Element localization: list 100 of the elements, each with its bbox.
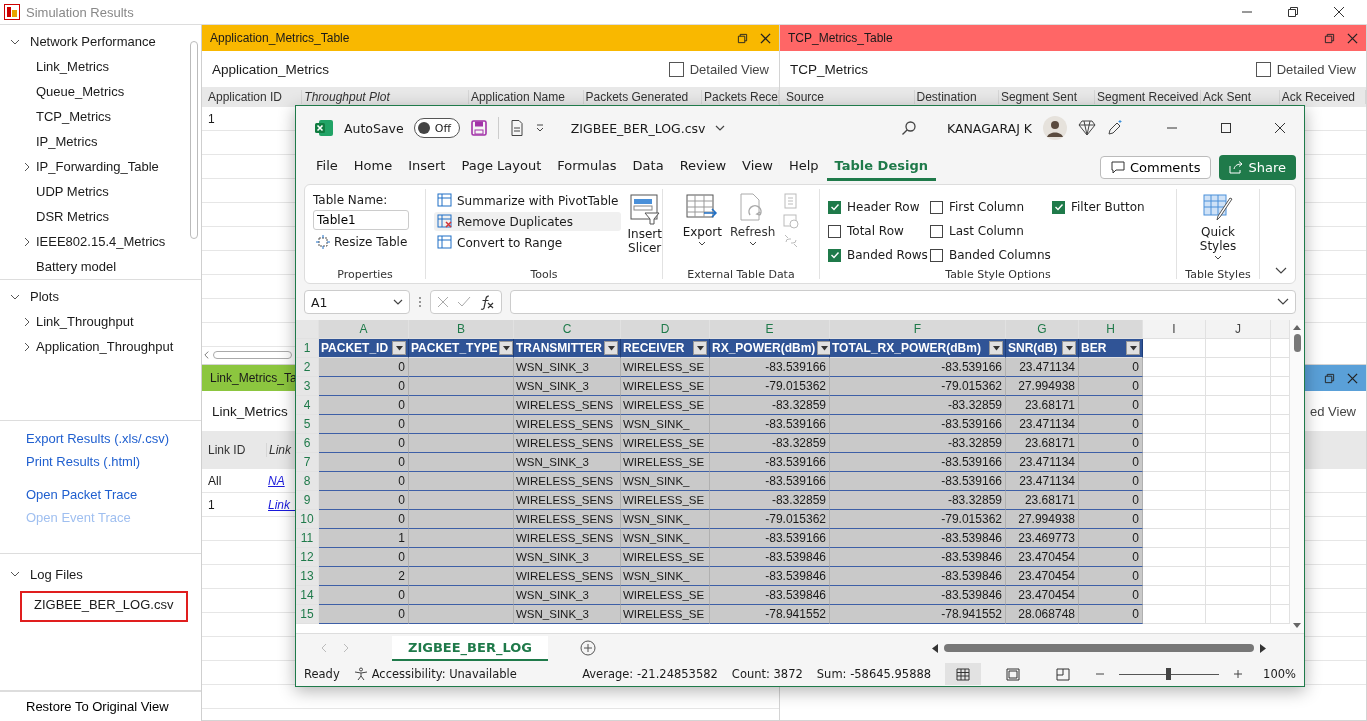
filter-button[interactable] — [499, 341, 514, 355]
column-header[interactable]: I — [1143, 320, 1206, 339]
row-number[interactable]: 15 — [296, 605, 319, 624]
ribbon-tab[interactable]: File — [308, 153, 346, 181]
ribbon-tab[interactable]: Data — [624, 153, 672, 181]
diamond-icon[interactable] — [1078, 120, 1096, 136]
row-number[interactable]: 11 — [296, 529, 319, 548]
avatar[interactable] — [1042, 115, 1068, 141]
column-header[interactable]: Destination — [914, 90, 999, 104]
checkbox[interactable] — [668, 61, 684, 77]
column-header[interactable]: A — [319, 320, 409, 339]
filter-button[interactable] — [693, 341, 707, 355]
link[interactable]: Open Packet Trace — [26, 486, 201, 502]
scroll-down-icon[interactable] — [1293, 623, 1301, 629]
restore-icon[interactable] — [1287, 6, 1299, 18]
row-number[interactable]: 14 — [296, 586, 319, 605]
comments-button[interactable]: Comments — [1100, 155, 1212, 179]
column-header[interactable]: Application Name — [468, 90, 584, 104]
row-number[interactable]: 5 — [296, 415, 319, 434]
column-header[interactable]: B — [409, 320, 514, 339]
row-number[interactable]: 12 — [296, 548, 319, 567]
column-header[interactable]: H — [1079, 320, 1143, 339]
checkbox[interactable] — [1052, 200, 1065, 214]
tree-item[interactable]: UDP Metrics — [36, 184, 109, 199]
link[interactable]: Export Results (.xls/.csv) — [26, 430, 201, 446]
tree-item[interactable]: Link_Metrics — [36, 59, 109, 74]
name-box[interactable]: A1 — [304, 290, 410, 314]
scrollbar[interactable] — [1290, 320, 1304, 633]
export-button[interactable]: Export — [682, 193, 722, 261]
ribbon-tab[interactable]: Table Design — [826, 153, 936, 181]
link[interactable]: Link_ — [268, 497, 297, 512]
close-icon[interactable] — [1347, 372, 1358, 384]
maximize-icon[interactable] — [1220, 122, 1232, 134]
ribbon-tab[interactable]: Review — [671, 153, 735, 181]
tree-item[interactable]: Application_Throughput — [36, 339, 174, 354]
column-header[interactable]: F — [830, 320, 1006, 339]
customize-caret-icon[interactable] — [534, 123, 545, 133]
zoom-slider-thumb[interactable] — [1166, 668, 1172, 680]
resize-table-button[interactable]: Resize Table — [313, 233, 417, 251]
formula-field[interactable] — [510, 290, 1296, 314]
checkbox[interactable] — [828, 224, 841, 238]
accessibility-status[interactable]: Accessibility: Unavailable — [353, 667, 517, 681]
filter-button[interactable] — [1126, 341, 1140, 355]
chevron-right-icon[interactable] — [22, 316, 32, 327]
chevron-right-icon[interactable] — [22, 161, 32, 172]
share-button[interactable]: Share — [1219, 154, 1296, 180]
filter-button[interactable] — [392, 341, 406, 355]
column-header[interactable]: Packets Rece — [701, 90, 779, 104]
ribbon-tab[interactable]: Formulas — [549, 153, 625, 181]
normal-view-button[interactable] — [945, 663, 982, 685]
ribbon-tab[interactable]: View — [734, 153, 781, 181]
column-header[interactable]: Source — [784, 90, 915, 104]
tree-item[interactable]: IEEE802.15.4_Metrics — [36, 234, 166, 249]
row-number[interactable]: 10 — [296, 510, 319, 529]
tree-item[interactable]: Link_Throughput — [36, 314, 134, 329]
add-sheet-icon[interactable] — [579, 640, 596, 656]
close-icon[interactable] — [1274, 122, 1286, 134]
close-icon[interactable] — [760, 32, 771, 44]
column-header[interactable]: Segment Sent — [998, 90, 1096, 104]
checkbox[interactable] — [1255, 61, 1271, 77]
zoom-in-icon[interactable] — [1233, 669, 1244, 679]
checkbox[interactable] — [930, 224, 943, 238]
chevron-right-icon[interactable] — [22, 341, 32, 352]
expand-caret-icon[interactable] — [1277, 298, 1289, 306]
close-icon[interactable] — [1333, 6, 1345, 18]
scroll-left-icon[interactable] — [932, 643, 938, 653]
scroll-thumb[interactable] — [1293, 334, 1301, 352]
table-name-field[interactable]: Table1 — [313, 210, 409, 230]
ribbon-tab[interactable]: Insert — [400, 153, 454, 181]
tree-item[interactable]: Network Performance — [30, 34, 156, 49]
column-header[interactable]: Application ID — [206, 90, 303, 104]
row-number[interactable]: 7 — [296, 453, 319, 472]
chevron-right-icon[interactable] — [22, 236, 32, 247]
column-header[interactable]: Packets Generated — [583, 90, 702, 104]
ribbon-button[interactable]: Convert to Range — [434, 233, 622, 252]
column-header[interactable]: Link ID — [206, 443, 267, 457]
log-file-item[interactable]: ZIGBEE_BER_LOG.csv — [20, 591, 188, 622]
ribbon-tab[interactable]: Help — [780, 153, 827, 181]
column-header[interactable]: J — [1206, 320, 1271, 339]
row-number[interactable]: 4 — [296, 396, 319, 415]
row-number[interactable]: 3 — [296, 377, 319, 396]
search-icon[interactable] — [900, 120, 917, 136]
tree-item[interactable]: TCP_Metrics — [36, 109, 112, 124]
row-number[interactable]: 6 — [296, 434, 319, 453]
link[interactable]: Print Results (.html) — [26, 453, 201, 469]
refresh-button[interactable]: Refresh — [729, 193, 776, 261]
checkbox[interactable] — [828, 248, 841, 262]
caret-icon[interactable] — [715, 123, 726, 133]
row-number[interactable]: 1 — [296, 339, 319, 358]
tree-item[interactable]: Plots — [30, 289, 59, 304]
caret-icon[interactable] — [1275, 267, 1287, 275]
column-header[interactable]: G — [1006, 320, 1079, 339]
row-number[interactable]: 13 — [296, 567, 319, 586]
save-icon[interactable] — [469, 119, 488, 137]
filter-button[interactable] — [989, 341, 1003, 355]
ribbon-tab[interactable]: Page Layout — [453, 153, 550, 181]
sheet-tab[interactable]: ZIGBEE_BER_LOG — [392, 635, 548, 661]
checkbox[interactable] — [930, 248, 943, 262]
tree-item[interactable]: Queue_Metrics — [36, 84, 125, 99]
checkbox[interactable] — [930, 200, 943, 214]
